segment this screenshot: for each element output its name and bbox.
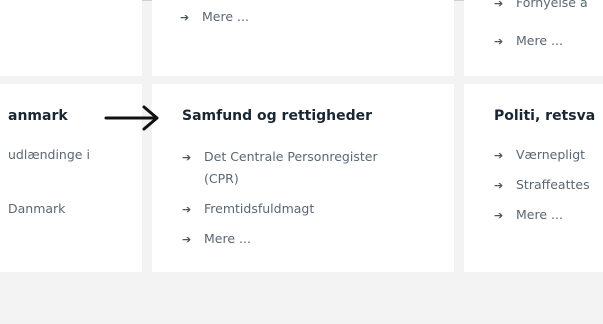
arrow-right-icon: ➔: [494, 209, 504, 222]
arrow-right-icon: ➔: [180, 11, 190, 24]
arrow-right-icon: ➔: [182, 203, 192, 216]
more-link-top-middle[interactable]: ➔ Mere ...: [180, 6, 249, 29]
card-left-heading[interactable]: anmark: [8, 108, 68, 124]
arrow-right-icon: ➔: [182, 151, 192, 164]
more-link-top-right[interactable]: ➔ Mere ...: [494, 30, 563, 53]
card-samfund: Samfund og rettigheder ➔ Det Centrale Per…: [152, 84, 454, 272]
arrow-right-icon: ➔: [494, 149, 504, 162]
card-politi-heading[interactable]: Politi, retsva: [494, 108, 595, 124]
card-left-line-2[interactable]: Danmark: [8, 198, 65, 220]
arrow-right-icon: ➔: [494, 0, 504, 10]
link-fremtidsfuldmagt[interactable]: ➔ Fremtidsfuldmagt: [182, 198, 314, 221]
arrow-right-icon: ➔: [494, 35, 504, 48]
card-top-middle: ➔ Mere ...: [152, 0, 454, 76]
card-left-line-1[interactable]: udlændinge i: [8, 144, 90, 166]
page-frame: ➔ Mere ... ➔ Fornyelse a ➔ Mere ... anmark …: [0, 0, 603, 324]
card-politi: Politi, retsva ➔ Værnepligt ➔ Straffeattes…: [464, 84, 603, 272]
link-fornyelse[interactable]: ➔ Fornyelse a: [494, 0, 588, 15]
link-vaernepligt[interactable]: ➔ Værnepligt: [494, 144, 585, 167]
link-cpr-continued[interactable]: (CPR): [204, 168, 239, 190]
card-top-left: [0, 0, 142, 76]
more-link-samfund[interactable]: ➔ Mere ...: [182, 228, 251, 251]
more-link-politi[interactable]: ➔ Mere ...: [494, 204, 563, 227]
card-top-right: ➔ Fornyelse a ➔ Mere ...: [464, 0, 603, 76]
arrow-right-icon: ➔: [494, 179, 504, 192]
arrow-right-icon: ➔: [182, 233, 192, 246]
link-straffeattest[interactable]: ➔ Straffeattes: [494, 174, 590, 197]
long-arrow-right-icon: [104, 105, 159, 131]
card-samfund-heading[interactable]: Samfund og rettigheder: [182, 108, 372, 124]
link-cpr[interactable]: ➔ Det Centrale Personregister: [182, 146, 378, 169]
